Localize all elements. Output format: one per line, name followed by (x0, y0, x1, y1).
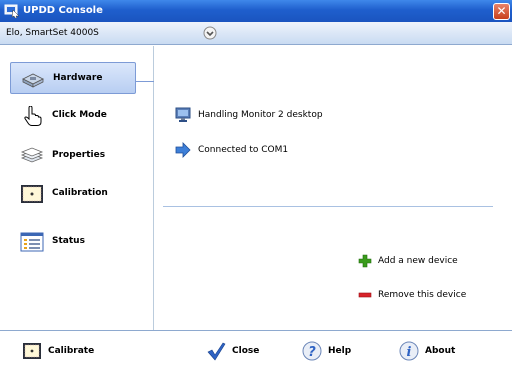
device-name: Elo, SmartSet 4000S (6, 28, 99, 38)
add-device-label: Add a new device (378, 256, 458, 266)
app-icon (4, 4, 20, 18)
sidebar-item-label: Status (52, 236, 85, 246)
svg-text:?: ? (308, 345, 316, 360)
about-label: About (425, 346, 456, 356)
calibration-icon (21, 185, 43, 203)
sidebar: Hardware Click Mode Properties Calibrati… (0, 46, 154, 330)
arrow-right-icon (175, 142, 191, 158)
sidebar-item-calibration[interactable]: Calibration (10, 178, 136, 210)
connection-info-text: Connected to COM1 (198, 145, 289, 155)
main-panel: Handling Monitor 2 desktop Connected to … (155, 46, 512, 330)
title-bar: UPDD Console ✕ (0, 0, 512, 22)
status-icon (20, 232, 44, 252)
properties-icon (20, 147, 44, 163)
info-icon: i (399, 341, 419, 361)
sidebar-item-hardware[interactable]: Hardware (10, 62, 136, 94)
sidebar-item-label: Calibration (52, 188, 108, 198)
hardware-icon (22, 73, 44, 88)
monitor-info-text: Handling Monitor 2 desktop (198, 110, 323, 120)
monitor-icon (175, 107, 191, 122)
checkmark-icon (207, 342, 226, 361)
window-title: UPDD Console (23, 5, 103, 16)
help-label: Help (328, 346, 352, 356)
sidebar-item-label: Click Mode (52, 110, 107, 120)
sidebar-item-properties[interactable]: Properties (10, 140, 136, 172)
hand-pointer-icon (24, 106, 42, 126)
device-selector[interactable]: Elo, SmartSet 4000S (0, 22, 512, 45)
calibration-icon (23, 343, 41, 359)
dropdown-arrow-icon[interactable] (203, 26, 217, 40)
footer-toolbar: Calibrate Close ? Help i About (0, 330, 512, 370)
plus-icon (358, 254, 372, 268)
sidebar-item-status[interactable]: Status (10, 226, 136, 258)
close-label: Close (232, 346, 260, 356)
close-window-button[interactable]: ✕ (493, 3, 510, 20)
calibrate-label: Calibrate (48, 346, 95, 356)
minus-icon (358, 292, 372, 298)
help-icon: ? (302, 341, 322, 361)
sidebar-item-label: Hardware (53, 73, 103, 83)
svg-text:i: i (407, 345, 412, 360)
active-connector-line (136, 81, 154, 82)
divider (163, 206, 493, 207)
sidebar-item-click-mode[interactable]: Click Mode (10, 100, 136, 132)
sidebar-item-label: Properties (52, 150, 106, 160)
remove-device-label: Remove this device (378, 290, 467, 300)
